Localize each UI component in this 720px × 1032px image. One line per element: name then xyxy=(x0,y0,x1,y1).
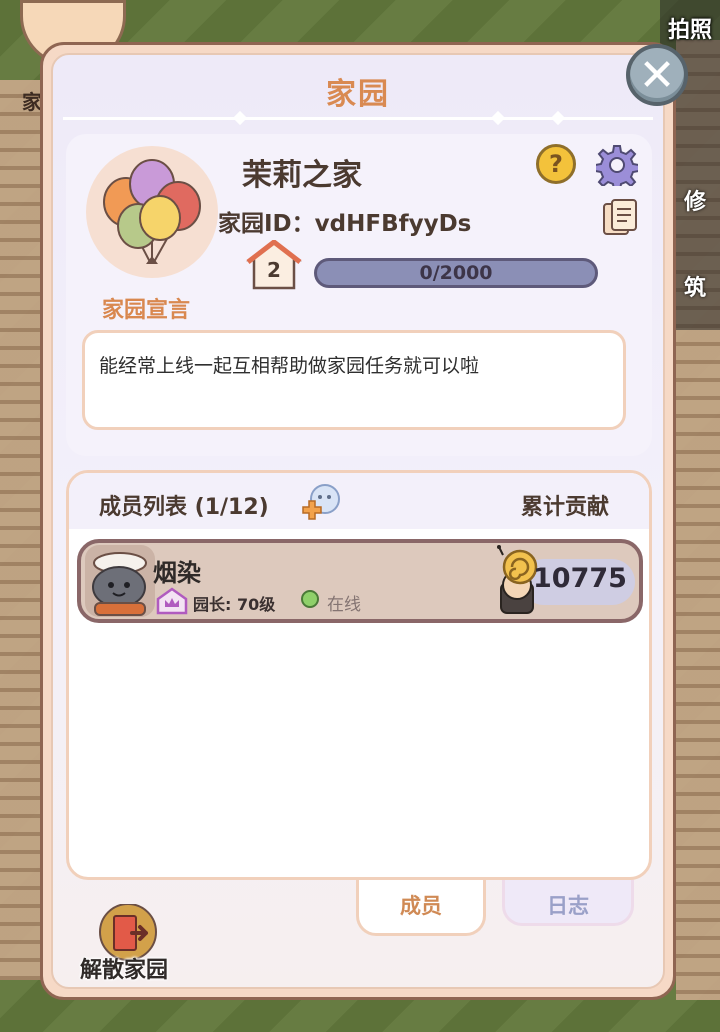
close-icon: ✕ xyxy=(638,49,676,101)
side-menu-label-build[interactable]: 筑 xyxy=(684,270,706,302)
member-role: 园长: 70级 xyxy=(193,595,276,614)
tab-members[interactable]: 成员 xyxy=(356,880,486,936)
tab-logs[interactable]: 日志 xyxy=(502,880,634,926)
home-id: 家园ID：vdHFBfyyDs xyxy=(218,211,472,237)
member-status: 在线 xyxy=(327,595,361,615)
invite-member-icon[interactable] xyxy=(299,481,343,521)
member-row[interactable]: 烟染 园长: 70级 在线 10775 xyxy=(77,539,643,623)
member-list-card: 成员列表 (1/12) 累计贡献 烟染 园长: 70级 在线 10775 xyxy=(66,470,652,880)
disband-home-label[interactable]: 解散家园 xyxy=(80,952,168,984)
xp-progress-bar: 0/2000 xyxy=(314,258,598,288)
photo-button[interactable]: 拍照 xyxy=(668,12,712,44)
home-name: 茉莉之家 xyxy=(242,158,362,193)
divider-diamond xyxy=(232,110,248,126)
background-home-label: 家 xyxy=(22,90,42,114)
copy-icon[interactable] xyxy=(602,198,638,238)
side-menu-label-repair[interactable]: 修 xyxy=(684,184,706,216)
member-list-title: 成员列表 (1/12) xyxy=(99,495,269,520)
close-button[interactable]: ✕ xyxy=(626,44,688,106)
panel-title: 家园 xyxy=(326,77,390,112)
online-status-icon xyxy=(301,590,319,608)
xp-progress-text: 0/2000 xyxy=(419,262,493,284)
balloons-avatar-icon xyxy=(103,159,201,264)
leader-crown-icon xyxy=(155,587,189,615)
divider-diamond xyxy=(490,110,506,126)
home-avatar[interactable] xyxy=(86,146,218,278)
home-level: 2 xyxy=(267,258,281,282)
gear-icon[interactable] xyxy=(594,144,640,191)
contribution-column-label: 累计贡献 xyxy=(520,495,609,520)
manifesto-text: 能经常上线一起互相帮助做家园任务就可以啦 xyxy=(99,355,480,377)
member-name: 烟染 xyxy=(153,559,201,587)
help-icon[interactable]: ? xyxy=(536,144,576,184)
member-contribution: 10775 xyxy=(533,563,627,594)
member-avatar xyxy=(85,545,155,617)
fence-left xyxy=(0,80,44,980)
manifesto-label: 家园宣言 xyxy=(102,298,191,323)
manifesto-box: 能经常上线一起互相帮助做家园任务就可以啦 xyxy=(82,330,626,430)
member-list-header: 成员列表 (1/12) 累计贡献 xyxy=(69,473,649,529)
divider-diamond xyxy=(550,110,566,126)
